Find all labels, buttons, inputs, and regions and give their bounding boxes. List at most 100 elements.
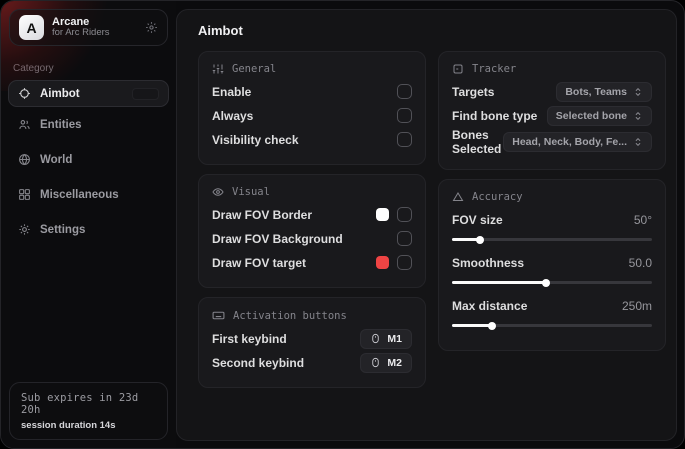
fov-target-checkbox[interactable] xyxy=(397,255,412,270)
activation-card: Activation buttons First keybind M1 xyxy=(198,297,426,388)
slider-handle[interactable] xyxy=(476,236,484,244)
eye-icon xyxy=(212,186,224,198)
grid-icon xyxy=(18,188,31,201)
setting-label: FOV size xyxy=(452,213,503,227)
keybind-value: M1 xyxy=(387,333,402,345)
setting-label: Always xyxy=(212,109,253,123)
tracker-icon xyxy=(452,63,464,75)
main-panel: Aimbot General xyxy=(176,9,677,441)
right-column: Tracker Targets Bots, Teams xyxy=(438,51,666,388)
setting-row: Find bone type Selected bone xyxy=(452,104,652,127)
app-subtitle: for Arc Riders xyxy=(52,28,137,39)
select-value: Selected bone xyxy=(556,110,627,122)
fov-border-checkbox[interactable] xyxy=(397,207,412,222)
setting-row: Draw FOV Border xyxy=(212,203,412,226)
smoothness-setting: Smoothness 50.0 xyxy=(452,251,652,284)
visual-card: Visual Draw FOV Border Draw FOV Backgrou… xyxy=(198,174,426,288)
sidebar-item-settings[interactable]: Settings xyxy=(8,216,169,243)
slider-handle[interactable] xyxy=(542,279,550,287)
session-duration-text: session duration 14s xyxy=(21,420,156,431)
setting-row: Bones Selected Head, Neck, Body, Fe... xyxy=(452,128,652,156)
select-value: Head, Neck, Body, Fe... xyxy=(512,136,627,148)
gear-icon[interactable] xyxy=(145,21,158,34)
setting-label: Draw FOV Background xyxy=(212,232,343,246)
card-title: Visual xyxy=(232,186,270,198)
globe-icon xyxy=(18,153,31,166)
slider-handle[interactable] xyxy=(488,322,496,330)
setting-row: Second keybind M2 xyxy=(212,351,412,374)
always-checkbox[interactable] xyxy=(397,108,412,123)
sidebar: A Arcane for Arc Riders Category xyxy=(1,1,176,448)
fov-border-color-swatch[interactable] xyxy=(376,208,389,221)
gear-icon xyxy=(18,223,31,236)
setting-label: Bones Selected xyxy=(452,128,503,156)
card-title: Tracker xyxy=(472,63,516,75)
fov-size-slider[interactable] xyxy=(452,238,652,241)
smoothness-slider[interactable] xyxy=(452,281,652,284)
setting-value: 250m xyxy=(622,299,652,313)
setting-label: Smoothness xyxy=(452,256,524,270)
keybind-value: M2 xyxy=(387,357,402,369)
setting-row: First keybind M1 xyxy=(212,327,412,350)
setting-row: Targets Bots, Teams xyxy=(452,80,652,103)
setting-label: Max distance xyxy=(452,299,527,313)
card-title: General xyxy=(232,63,276,75)
activation-card-header: Activation buttons xyxy=(212,309,412,322)
setting-label: First keybind xyxy=(212,332,287,346)
sidebar-item-aimbot[interactable]: Aimbot xyxy=(8,80,169,107)
visual-card-header: Visual xyxy=(212,186,412,198)
tracker-card: Tracker Targets Bots, Teams xyxy=(438,51,666,170)
page-title: Aimbot xyxy=(198,23,666,38)
fov-background-checkbox[interactable] xyxy=(397,231,412,246)
mouse-icon xyxy=(370,333,381,344)
left-column: General Enable Always Visibility check xyxy=(198,51,426,388)
crosshair-icon xyxy=(18,87,31,100)
setting-row: Enable xyxy=(212,80,412,103)
chevrons-up-down-icon xyxy=(633,137,643,147)
setting-row: Visibility check xyxy=(212,128,412,151)
setting-label: Draw FOV target xyxy=(212,256,306,270)
accuracy-card-header: Accuracy xyxy=(452,191,652,203)
active-item-badge xyxy=(132,88,159,100)
max-distance-setting: Max distance 250m xyxy=(452,294,652,327)
setting-label: Enable xyxy=(212,85,251,99)
fov-target-color-swatch[interactable] xyxy=(376,256,389,269)
card-title: Accuracy xyxy=(472,191,523,203)
visibility-check-checkbox[interactable] xyxy=(397,132,412,147)
entities-icon xyxy=(18,118,31,131)
category-label: Category xyxy=(13,63,176,74)
setting-value: 50° xyxy=(634,213,652,227)
sidebar-item-miscellaneous[interactable]: Miscellaneous xyxy=(8,181,169,208)
sidebar-item-world[interactable]: World xyxy=(8,146,169,173)
targets-select[interactable]: Bots, Teams xyxy=(556,82,652,102)
setting-label: Second keybind xyxy=(212,356,304,370)
app-title-block: Arcane for Arc Riders xyxy=(52,16,137,40)
bones-selected-select[interactable]: Head, Neck, Body, Fe... xyxy=(503,132,652,152)
sidebar-nav: Aimbot Entities World xyxy=(1,80,176,247)
fov-size-setting: FOV size 50° xyxy=(452,208,652,241)
slider-fill xyxy=(452,238,480,241)
setting-label: Find bone type xyxy=(452,109,537,123)
sub-expires-text: Sub expires in 23d 20h xyxy=(21,392,156,416)
sidebar-item-label: Miscellaneous xyxy=(40,189,119,201)
max-distance-slider[interactable] xyxy=(452,324,652,327)
general-card: General Enable Always Visibility check xyxy=(198,51,426,165)
slider-fill xyxy=(452,324,492,327)
sidebar-item-label: Settings xyxy=(40,224,85,236)
bone-type-select[interactable]: Selected bone xyxy=(547,106,652,126)
second-keybind-button[interactable]: M2 xyxy=(360,353,412,373)
sidebar-item-label: Aimbot xyxy=(40,88,80,100)
first-keybind-button[interactable]: M1 xyxy=(360,329,412,349)
sidebar-item-label: Entities xyxy=(40,119,82,131)
chevrons-up-down-icon xyxy=(633,87,643,97)
sliders-icon xyxy=(212,63,224,75)
setting-label: Draw FOV Border xyxy=(212,208,312,222)
setting-label: Visibility check xyxy=(212,133,299,147)
enable-checkbox[interactable] xyxy=(397,84,412,99)
keyboard-icon xyxy=(212,309,225,322)
sidebar-item-entities[interactable]: Entities xyxy=(8,111,169,138)
triangle-icon xyxy=(452,191,464,203)
app-logo-card: A Arcane for Arc Riders xyxy=(9,9,168,46)
setting-label: Targets xyxy=(452,85,494,99)
general-card-header: General xyxy=(212,63,412,75)
